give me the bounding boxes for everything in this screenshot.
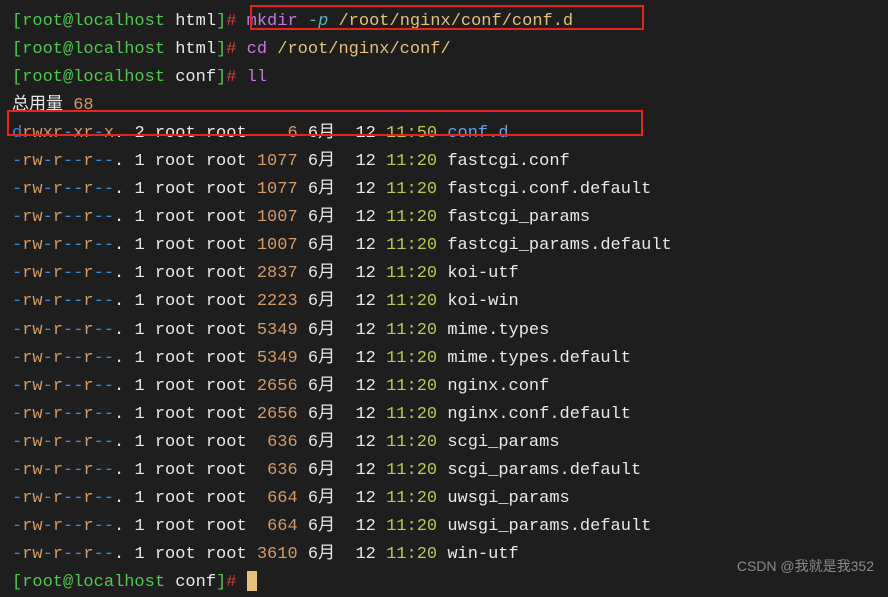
file-name: mime.types <box>447 321 549 340</box>
cmd-line-ll: [root@localhost conf]# ll <box>12 64 876 92</box>
list-item: -rw-r--r--. 1 root root 1077 6月 12 11:20… <box>12 176 876 204</box>
list-item: -rw-r--r--. 1 root root 1007 6月 12 11:20… <box>12 204 876 232</box>
file-name: uwsgi_params.default <box>447 517 651 536</box>
file-name: koi-utf <box>447 264 518 283</box>
file-name: koi-win <box>447 292 518 311</box>
total-line: 总用量 68 <box>12 92 876 120</box>
file-name: scgi_params.default <box>447 461 641 480</box>
file-name: fastcgi_params <box>447 208 590 227</box>
file-name: fastcgi.conf.default <box>447 180 651 199</box>
cursor-icon <box>247 571 257 591</box>
list-item: -rw-r--r--. 1 root root 664 6月 12 11:20 … <box>12 513 876 541</box>
file-name: nginx.conf <box>447 377 549 396</box>
list-item: -rw-r--r--. 1 root root 2656 6月 12 11:20… <box>12 373 876 401</box>
file-name: fastcgi.conf <box>447 152 569 171</box>
cmd-line-mkdir: [root@localhost html]# mkdir -p /root/ng… <box>12 8 876 36</box>
cmd-line-cd: [root@localhost html]# cd /root/nginx/co… <box>12 36 876 64</box>
file-name: scgi_params <box>447 433 559 452</box>
list-item: -rw-r--r--. 1 root root 2837 6月 12 11:20… <box>12 260 876 288</box>
list-item: -rw-r--r--. 1 root root 636 6月 12 11:20 … <box>12 457 876 485</box>
list-item: -rw-r--r--. 1 root root 636 6月 12 11:20 … <box>12 429 876 457</box>
file-name: uwsgi_params <box>447 489 569 508</box>
list-item: -rw-r--r--. 1 root root 2223 6月 12 11:20… <box>12 288 876 316</box>
terminal-output[interactable]: [root@localhost html]# mkdir -p /root/ng… <box>12 8 876 597</box>
list-item: -rw-r--r--. 1 root root 5349 6月 12 11:20… <box>12 345 876 373</box>
file-name: fastcgi_params.default <box>447 236 671 255</box>
watermark-text: CSDN @我就是我352 <box>737 555 874 578</box>
list-item: -rw-r--r--. 1 root root 664 6月 12 11:20 … <box>12 485 876 513</box>
perm-type: d <box>12 124 22 143</box>
list-item: -rw-r--r--. 1 root root 2656 6月 12 11:20… <box>12 401 876 429</box>
list-item: -rw-r--r--. 1 root root 1077 6月 12 11:20… <box>12 148 876 176</box>
list-item: drwxr-xr-x. 2 root root 6 6月 12 11:50 co… <box>12 120 876 148</box>
file-name: nginx.conf.default <box>447 405 631 424</box>
file-listing: drwxr-xr-x. 2 root root 6 6月 12 11:50 co… <box>12 120 876 569</box>
list-item: -rw-r--r--. 1 root root 1007 6月 12 11:20… <box>12 232 876 260</box>
list-item: -rw-r--r--. 1 root root 5349 6月 12 11:20… <box>12 317 876 345</box>
file-name: win-utf <box>447 545 518 564</box>
dir-name: conf.d <box>447 124 508 143</box>
file-name: mime.types.default <box>447 349 631 368</box>
